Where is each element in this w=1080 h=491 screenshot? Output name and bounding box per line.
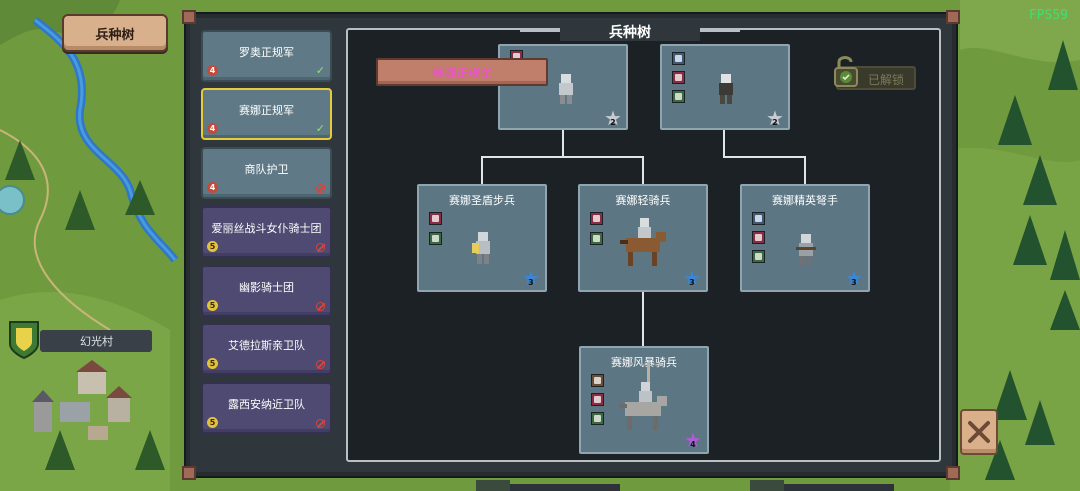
rank-star-icon: ★ 3 (683, 266, 701, 290)
close-icon (968, 421, 990, 443)
light-cavalry-sprite (620, 218, 666, 266)
tier-badge: 4 (207, 65, 218, 76)
tree-node-light-cavalry[interactable]: 赛娜轻骑兵 ★ 3 (578, 184, 708, 292)
tree-connector (481, 156, 644, 158)
tree-node-top-right[interactable]: ★ 2 (660, 44, 790, 130)
panel-corner (182, 466, 196, 480)
tree-node-elite-crossbow[interactable]: 赛娜精英弩手 ★ 3 (740, 184, 870, 292)
tree-connector (642, 156, 644, 184)
tree-node-top-left[interactable]: ★ 2 (498, 44, 628, 130)
tree-connector (481, 156, 483, 184)
tree-connector (642, 292, 644, 346)
tree-connector (723, 130, 725, 156)
axe-icon (590, 212, 603, 225)
soldier-sprite (559, 74, 573, 104)
defense-icon (429, 232, 442, 245)
shield-infantry-sprite (472, 232, 490, 264)
ranged-icon (672, 52, 685, 65)
tier-badge: 4 (207, 123, 218, 134)
rank-star-icon: ★ 2 (766, 106, 784, 130)
unit-list-item[interactable]: 幽影骑士团 5 (201, 265, 332, 317)
attack-icon (752, 231, 765, 244)
tier-badge: 4 (207, 182, 218, 193)
unit-name: 罗奥正规军 (239, 46, 294, 59)
axe-icon (591, 393, 604, 406)
unit-name: 商队护卫 (244, 163, 289, 176)
tree-connector (562, 130, 564, 156)
unlocked-padlock-icon (834, 56, 858, 87)
tree-node-storm-cavalry[interactable]: 赛娜风暴骑兵 ★ 4 (579, 346, 709, 454)
unit-list-item[interactable]: 露西安纳近卫队 5 (201, 382, 332, 434)
node-name: 赛娜精英弩手 (772, 194, 838, 207)
unit-name: 艾德拉斯亲卫队 (228, 339, 305, 352)
troop-tree-tab-button[interactable]: 兵种树 (62, 14, 168, 52)
unlocked-indicator: 已解锁 (834, 56, 916, 90)
locked-icon (316, 419, 325, 428)
tree-title: 兵种树 (609, 25, 651, 41)
tier-badge: 5 (207, 300, 218, 311)
tier-badge: 5 (207, 241, 218, 252)
lance-icon (591, 374, 604, 387)
attack-icon (672, 71, 685, 84)
tier-badge: 5 (207, 358, 218, 369)
tree-connector (804, 156, 806, 184)
unit-list-item[interactable]: 罗奥正规军 4 ✓ (201, 30, 332, 82)
village-name-label[interactable]: 幻光村 (40, 330, 152, 352)
defense-icon (591, 412, 604, 425)
unit-name: 赛娜正规军 (239, 104, 294, 117)
unit-list-item[interactable]: 艾德拉斯亲卫队 5 (201, 323, 332, 375)
attack-icon (429, 212, 442, 225)
locked-icon (316, 243, 325, 252)
defense-icon (672, 90, 685, 103)
locked-icon (316, 360, 325, 369)
tree-node-shield-infantry[interactable]: 赛娜圣盾步兵 ★ 3 (417, 184, 547, 292)
locked-icon (316, 184, 325, 193)
rank-star-icon: ★ 2 (604, 106, 622, 130)
unlocked-label: 已解锁 (868, 73, 905, 87)
rank-star-icon: ★ 3 (522, 266, 540, 290)
selected-unit-banner[interactable]: 赛娜正规军 (376, 58, 548, 86)
crossbow-sprite (796, 234, 816, 266)
archer-sprite (719, 74, 733, 104)
close-button[interactable] (960, 409, 998, 455)
tier-badge: 5 (207, 417, 218, 428)
rank-star-icon: ★ 4 (684, 428, 702, 452)
unit-name: 爱丽丝战斗女仆骑士团 (211, 222, 322, 235)
locked-icon (316, 302, 325, 311)
unlocked-check-icon: ✓ (315, 122, 325, 135)
defense-icon (590, 232, 603, 245)
unit-list-item-selected[interactable]: 赛娜正规军 4 ✓ (201, 88, 332, 140)
storm-cavalry-sprite (619, 362, 667, 430)
panel-corner (946, 466, 960, 480)
unit-name: 露西安纳近卫队 (228, 398, 305, 411)
tree-connector (723, 156, 806, 158)
defense-icon (752, 250, 765, 263)
panel-corner (946, 10, 960, 24)
unit-list-item[interactable]: 商队护卫 4 (201, 147, 332, 199)
ranged-icon (752, 212, 765, 225)
rank-star-icon: ★ 3 (845, 266, 863, 290)
panel-corner (182, 10, 196, 24)
fps-counter: FPS59 (1028, 8, 1068, 23)
unit-list-item[interactable]: 爱丽丝战斗女仆骑士团 5 (201, 206, 332, 258)
node-name: 赛娜圣盾步兵 (449, 194, 515, 207)
unlocked-check-icon: ✓ (315, 64, 325, 77)
node-name: 赛娜轻骑兵 (615, 194, 671, 207)
unit-name: 幽影骑士团 (239, 281, 294, 294)
